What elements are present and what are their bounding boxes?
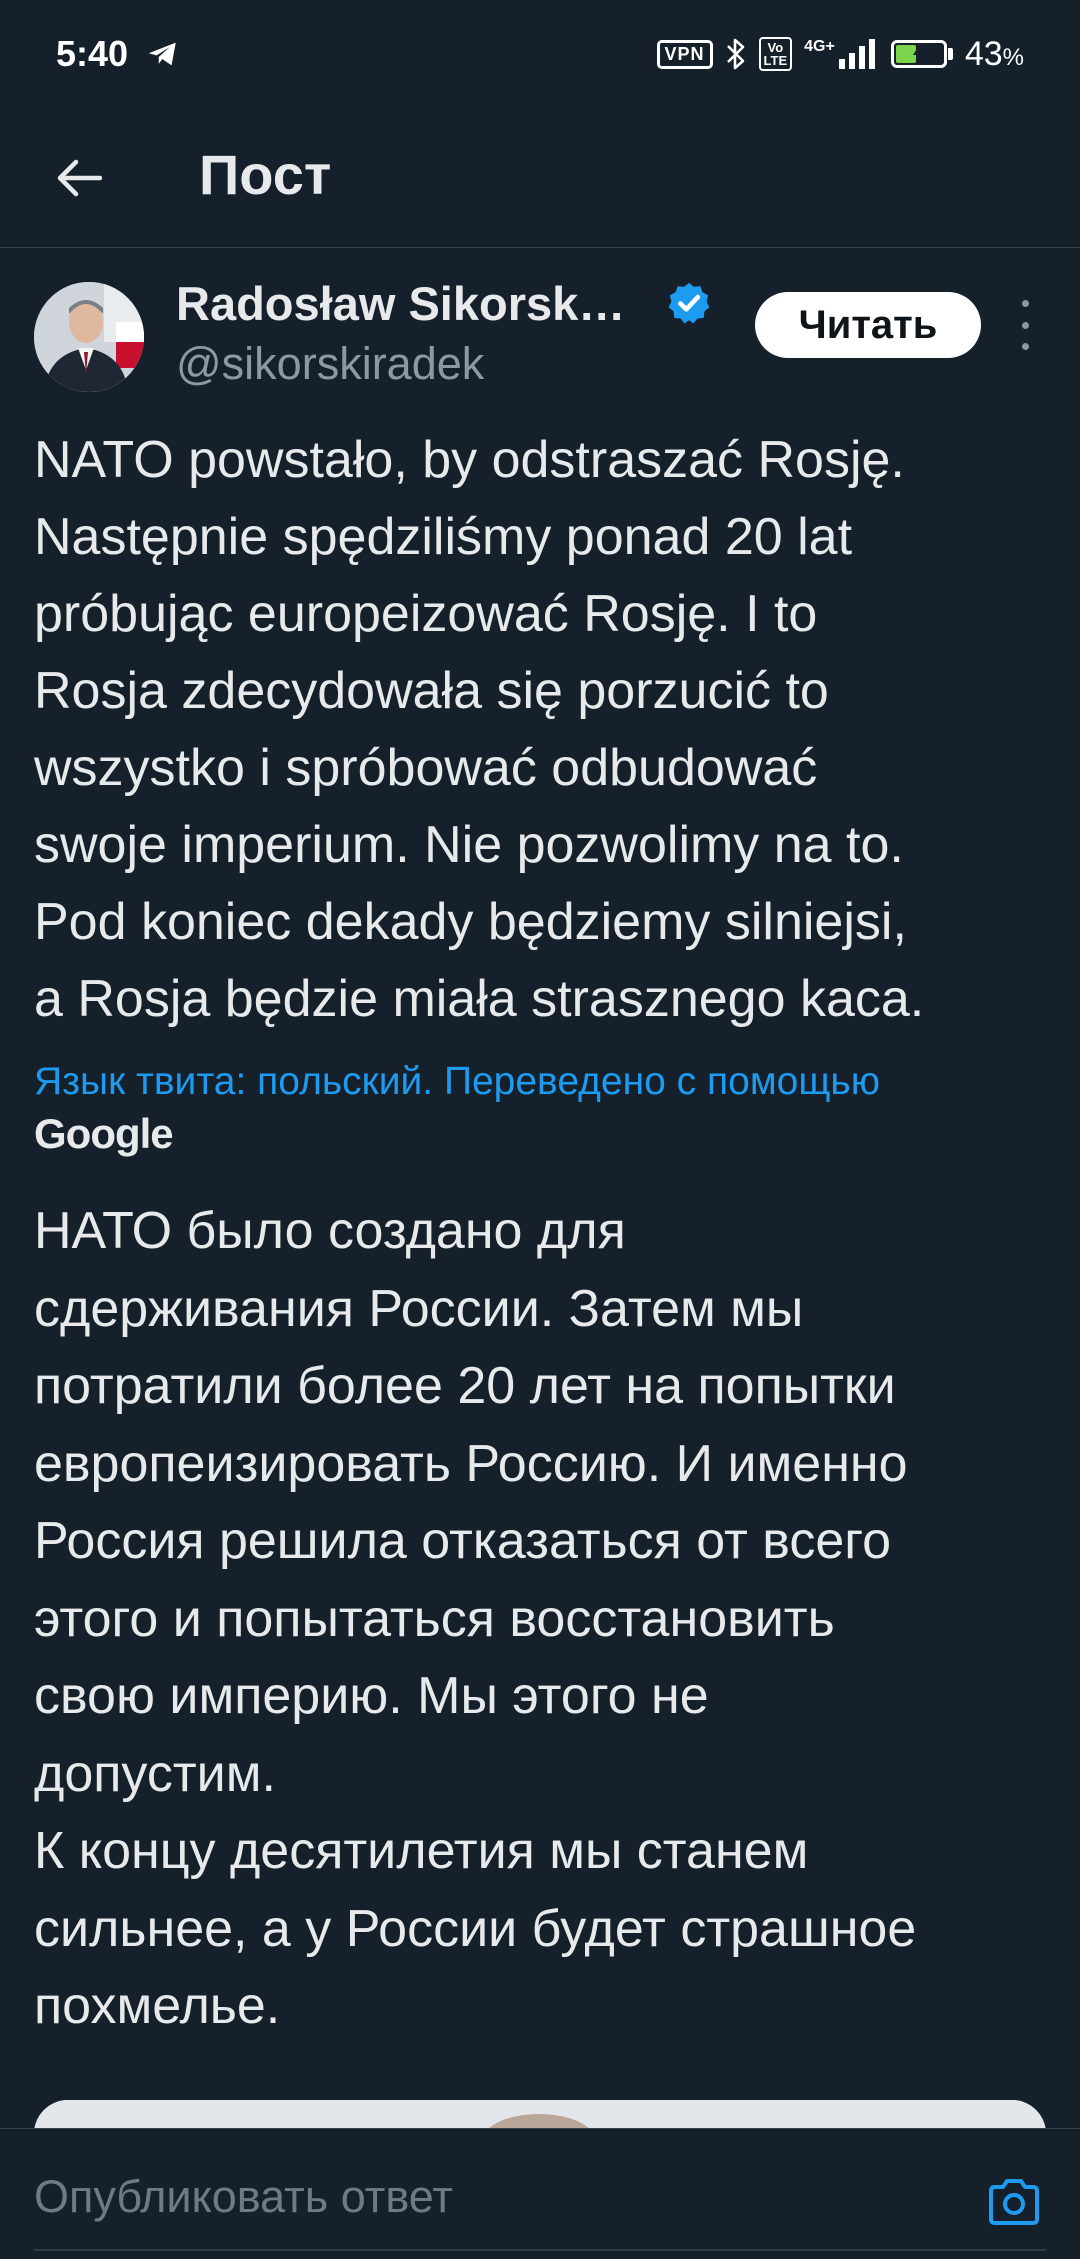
verified-badge-icon bbox=[668, 282, 710, 324]
translation-notice-link[interactable]: Язык твита: польский. Переведено с помощ… bbox=[34, 1058, 1064, 1106]
author-name[interactable]: Radosław Sikorsk… bbox=[176, 276, 625, 331]
vpn-icon: VPN bbox=[656, 39, 713, 69]
battery-percent: 43% bbox=[964, 34, 1024, 73]
arrow-left-icon bbox=[57, 159, 102, 197]
battery-icon bbox=[890, 40, 953, 68]
reply-input[interactable]: Опубликовать ответ bbox=[34, 2171, 453, 2223]
google-logo: Google bbox=[34, 1110, 174, 1157]
follow-button[interactable]: Читать bbox=[755, 292, 981, 358]
top-app-bar: Пост bbox=[0, 108, 1080, 248]
telegram-icon bbox=[148, 42, 176, 66]
signal-icon: 4G+ bbox=[804, 39, 879, 69]
reply-divider bbox=[34, 2249, 1046, 2251]
status-bar: 5:40 VPN Vo LTE 4G+ 43% bbox=[0, 0, 1080, 108]
avatar[interactable] bbox=[34, 282, 144, 392]
status-icons: VPN Vo LTE 4G+ 43% bbox=[656, 34, 1024, 74]
back-button[interactable] bbox=[48, 148, 108, 208]
bluetooth-icon bbox=[726, 38, 744, 70]
reply-bar: Опубликовать ответ bbox=[0, 2128, 1080, 2259]
tweet-author: Radosław Sikorsk… @sikorskiradek Читать bbox=[0, 270, 1080, 400]
more-vertical-icon bbox=[1021, 300, 1029, 307]
page-title: Пост bbox=[199, 143, 332, 206]
volte-icon: Vo LTE bbox=[758, 37, 793, 71]
tweet-original-text: NATO powstało, by odstraszać Rosję. Nast… bbox=[34, 431, 925, 1028]
status-time: 5:40 bbox=[56, 33, 129, 74]
more-options-button[interactable] bbox=[1010, 300, 1040, 350]
tweet-translated-text: НАТО было создано для сдерживания России… bbox=[34, 1202, 917, 2035]
author-handle[interactable]: @sikorskiradek bbox=[176, 338, 484, 390]
camera-icon[interactable] bbox=[986, 2177, 1042, 2227]
